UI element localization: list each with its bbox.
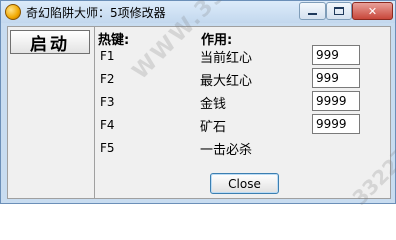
money-input[interactable] (312, 91, 360, 111)
hotkey-f2: F2 (100, 72, 115, 86)
effect-label-one-hit-kill: 一击必杀 (200, 143, 253, 158)
effect-label-current-hearts: 当前红心 (200, 51, 253, 66)
effect-label-money: 金钱 (200, 97, 227, 112)
ore-input[interactable] (312, 114, 360, 134)
trainer-panel: 启动 热键: 作用: F1 当前红心 F2 最大红心 F3 金钱 F4 矿石 F… (7, 0, 396, 210)
app-icon (5, 4, 21, 20)
window-title: 奇幻陷阱大师：5项修改器 (26, 6, 166, 20)
maximize-icon (334, 7, 344, 15)
effect-label-ore: 矿石 (200, 120, 227, 135)
minimize-button[interactable] (299, 2, 326, 20)
app-window: 奇幻陷阱大师：5项修改器 ✕ 启动 热键: 作用: F1 当前红心 F2 最大红… (0, 0, 396, 210)
close-icon: ✕ (367, 4, 378, 18)
max-hearts-input[interactable] (312, 68, 360, 88)
title-bar[interactable]: 奇幻陷阱大师：5项修改器 ✕ (1, 1, 395, 23)
close-button[interactable]: Close (210, 173, 279, 194)
current-hearts-input[interactable] (312, 45, 360, 65)
hotkey-f3: F3 (100, 95, 115, 109)
hotkey-f4: F4 (100, 118, 115, 132)
minimize-icon (308, 13, 317, 15)
hotkey-header: 热键: (98, 33, 130, 48)
start-button[interactable]: 启动 (10, 30, 90, 55)
hotkey-f5: F5 (100, 141, 115, 155)
hotkey-f1: F1 (100, 49, 115, 63)
panel-divider (94, 27, 95, 198)
effect-label-max-hearts: 最大红心 (200, 74, 253, 89)
effect-header: 作用: (201, 33, 233, 48)
close-window-button[interactable]: ✕ (352, 2, 393, 20)
maximize-button[interactable] (326, 2, 352, 20)
